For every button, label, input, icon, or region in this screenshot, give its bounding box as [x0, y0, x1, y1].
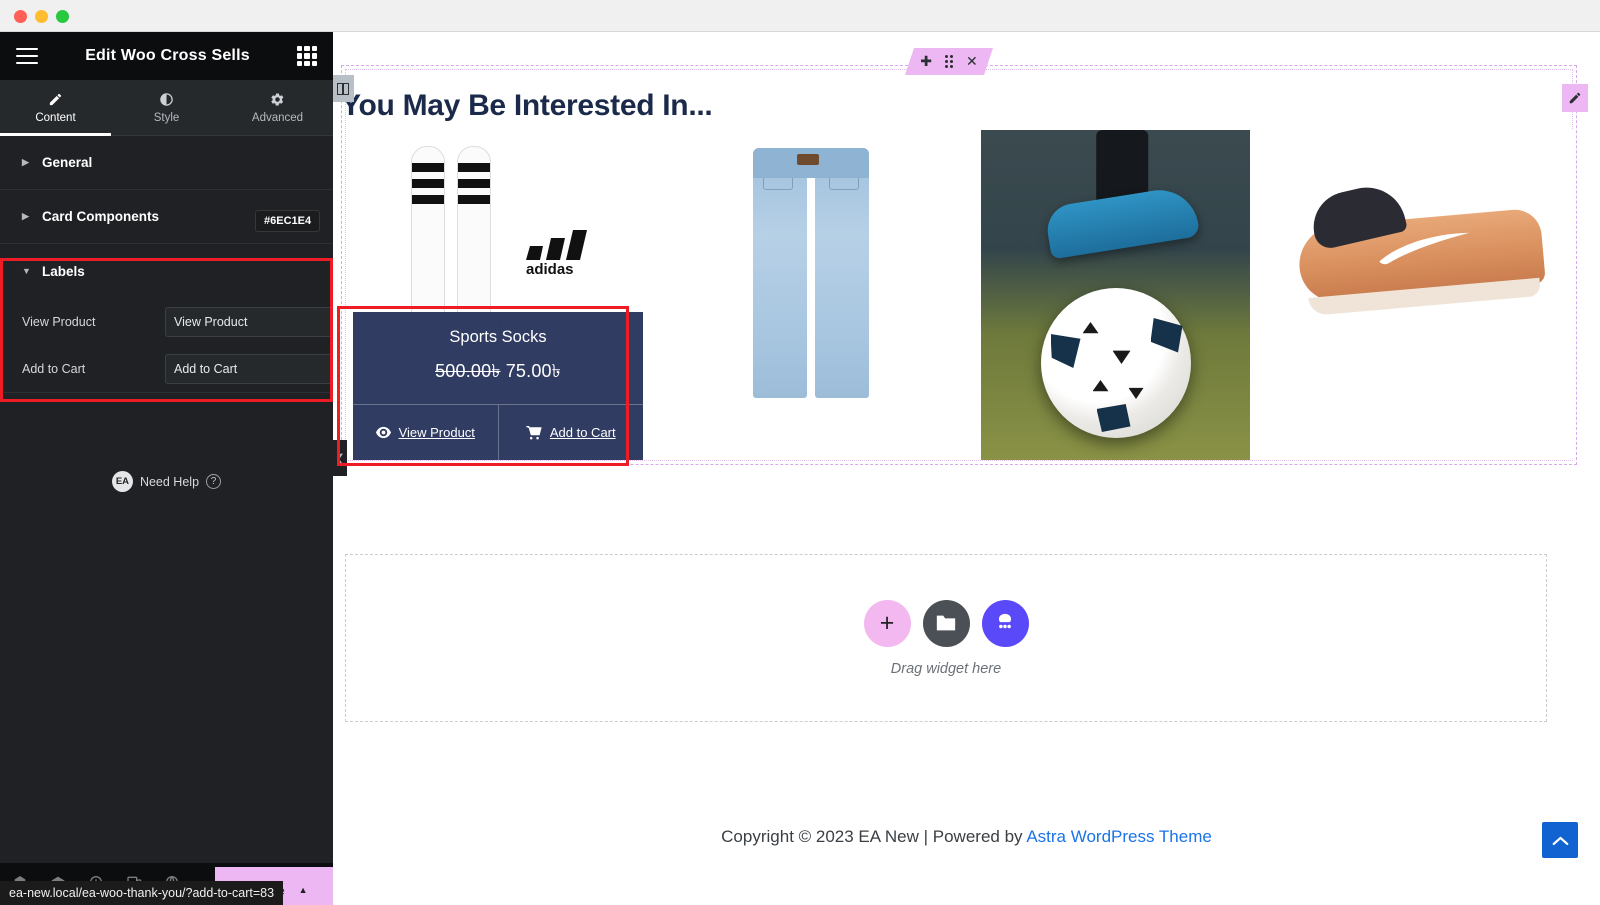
need-help-label: Need Help [139, 474, 200, 489]
tab-content-label: Content [35, 111, 76, 124]
product-price: 500.00৳ 75.00৳ [353, 347, 643, 388]
elementor-panel: Edit Woo Cross Sells Content Style Advan… [0, 32, 333, 905]
pencil-icon [48, 92, 63, 107]
pencil-edit-icon [1569, 92, 1581, 104]
control-input-group-view-product [165, 306, 333, 337]
copyright-text: Copyright © 2023 EA New | Powered by [721, 827, 1027, 846]
window-controls [14, 10, 69, 23]
minimize-window-button[interactable] [35, 10, 48, 23]
panel-sections: ▶ General ▶ Card Components ▼ Labels Vie… [0, 136, 333, 905]
view-product-button[interactable]: View Product [353, 405, 498, 460]
add-to-cart-button[interactable]: Add to Cart [497, 405, 644, 460]
color-value-tooltip: #6EC1E4 [255, 210, 321, 232]
drop-widget-buttons: + [863, 599, 1029, 647]
need-help-link[interactable]: EA Need Help ? [0, 471, 333, 492]
section-labels[interactable]: ▼ Labels [0, 244, 333, 298]
control-label-view-product: View Product [22, 314, 96, 329]
chevron-left-icon: ❮ [335, 452, 345, 465]
maximize-window-button[interactable] [56, 10, 69, 23]
add-template-button[interactable] [922, 599, 970, 647]
chevron-right-icon: ▶ [22, 211, 29, 221]
edit-widget-button[interactable] [1562, 84, 1588, 112]
caret-up-icon: ▲ [298, 885, 308, 895]
product-sale-price: 75.00৳ [505, 361, 561, 381]
ai-builder-button[interactable] [981, 599, 1029, 647]
product-actions: View Product Add to Cart [353, 404, 643, 460]
folder-icon [936, 615, 956, 631]
hamburger-icon[interactable] [16, 48, 38, 64]
drop-area-label: Drag widget here [890, 660, 1002, 677]
view-product-input[interactable] [165, 306, 333, 337]
product-card-football-boots[interactable] [1268, 130, 1573, 460]
product-image-football-boots [1268, 130, 1573, 460]
site-footer: Copyright © 2023 EA New | Powered by Ast… [333, 827, 1600, 847]
product-card-football[interactable] [963, 130, 1268, 460]
close-window-button[interactable] [14, 10, 27, 23]
tab-advanced[interactable]: Advanced [222, 80, 333, 135]
product-image-football [981, 130, 1250, 460]
section-labels-block: ▼ Labels View Product View Product Add t… [0, 244, 333, 393]
control-input-group-add-to-cart [165, 353, 333, 384]
question-circle-icon: ? [206, 474, 222, 489]
app-root: Edit Woo Cross Sells Content Style Advan… [0, 0, 1600, 905]
contrast-icon [159, 92, 174, 107]
panel-tabs: Content Style Advanced [0, 80, 333, 136]
tab-content[interactable]: Content [0, 80, 111, 136]
panel-toggle-button[interactable] [333, 75, 354, 102]
status-bar-url: ea-new.local/ea-woo-thank-you/?add-to-ca… [0, 881, 284, 905]
svg-text:adidas: adidas [526, 261, 574, 276]
plus-icon[interactable]: ✚ [920, 53, 932, 70]
chevron-up-icon [1552, 836, 1568, 845]
panel-title: Edit Woo Cross Sells [85, 47, 250, 64]
panel-collapse-handle[interactable]: ❮ [333, 440, 347, 476]
plus-icon: + [879, 608, 895, 637]
window-title-bar [0, 0, 1600, 32]
section-general[interactable]: ▶ General [0, 136, 333, 190]
product-overlay-card: Sports Socks 500.00৳ 75.00৳ View Product… [353, 312, 643, 460]
cart-icon [526, 425, 542, 439]
control-row-add-to-cart: Add to Cart [0, 345, 333, 392]
chevron-down-icon: ▼ [22, 266, 31, 276]
adidas-logo-icon: adidas [526, 230, 587, 276]
gear-icon [270, 92, 285, 107]
control-row-view-product: View Product [0, 298, 333, 345]
page-heading: You May Be Interested In... [341, 89, 713, 122]
product-grid: adidas Sports Socks 500.00৳ 75.00৳ View … [353, 130, 1573, 460]
section-card-components-label: Card Components [42, 209, 160, 224]
preview-canvas: ✚ ✕ You May Be Interested In... adidas S… [333, 32, 1600, 905]
widget-handle-toolbar[interactable]: ✚ ✕ [905, 48, 993, 75]
drop-widget-area[interactable]: + Drag widget here [345, 554, 1547, 722]
six-dots-drag-icon[interactable] [945, 55, 953, 68]
section-general-label: General [42, 155, 93, 170]
product-card-sports-socks[interactable]: adidas Sports Socks 500.00৳ 75.00৳ View … [353, 130, 658, 460]
ea-logo-icon: EA [111, 471, 133, 492]
astra-theme-link[interactable]: Astra WordPress Theme [1026, 827, 1212, 846]
add-to-cart-label: Add to Cart [549, 425, 616, 440]
product-title: Sports Socks [449, 328, 547, 346]
chevron-right-icon: ▶ [22, 157, 29, 167]
tab-style-label: Style [153, 111, 180, 124]
scroll-to-top-button[interactable] [1542, 822, 1578, 858]
close-icon[interactable]: ✕ [966, 53, 978, 70]
section-labels-label: Labels [42, 263, 85, 279]
grid-apps-icon[interactable] [297, 46, 317, 66]
product-card-jeans[interactable] [658, 130, 963, 460]
panel-toggle-icon [337, 82, 349, 95]
panel-header: Edit Woo Cross Sells [0, 32, 333, 80]
tab-advanced-label: Advanced [251, 111, 304, 124]
eye-icon [375, 426, 391, 439]
nike-swoosh-icon [1378, 232, 1469, 265]
tab-style[interactable]: Style [111, 80, 222, 135]
product-regular-price: 500.00৳ [435, 361, 501, 381]
control-label-add-to-cart: Add to Cart [22, 361, 86, 376]
product-image-jeans [752, 148, 869, 398]
add-to-cart-input[interactable] [165, 353, 333, 384]
ai-bot-icon [998, 613, 1012, 629]
view-product-label: View Product [398, 425, 475, 440]
add-new-widget-button[interactable]: + [863, 599, 911, 647]
